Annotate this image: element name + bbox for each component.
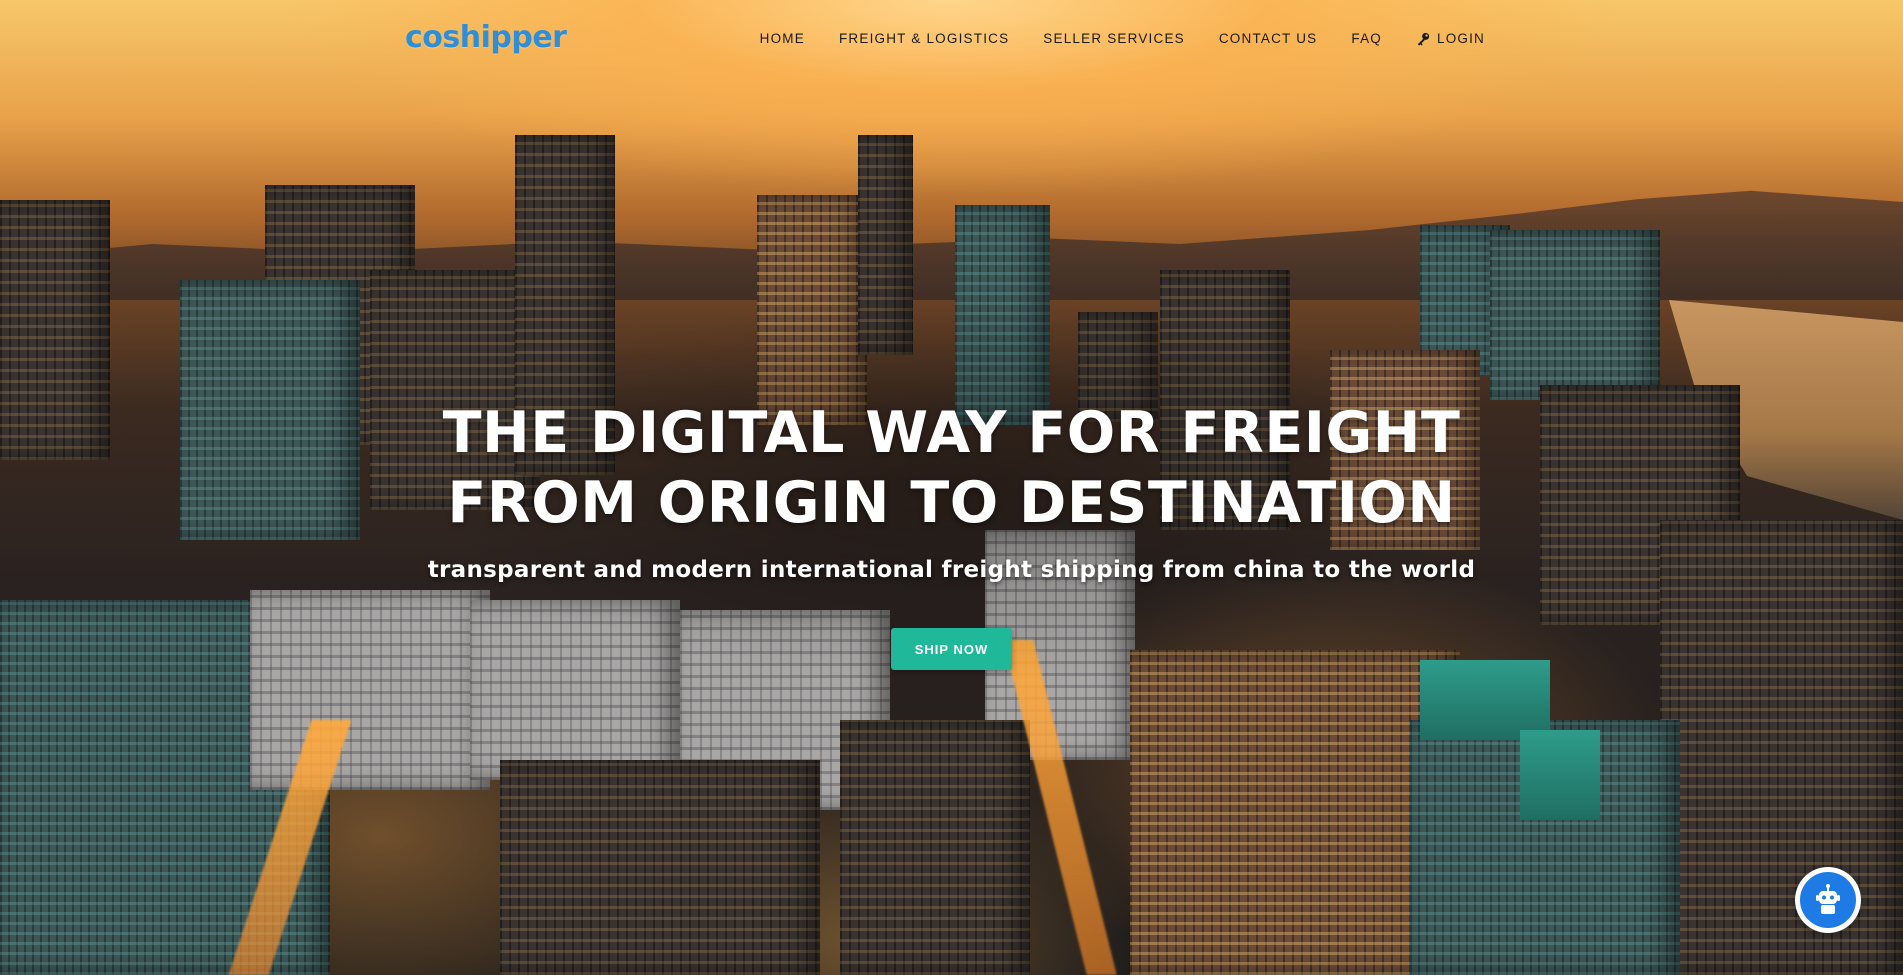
top-navbar: coshipper HOME FREIGHT & LOGISTICS SELLE… xyxy=(0,0,1903,80)
nav-contact-us[interactable]: CONTACT US xyxy=(1219,31,1318,46)
nav-seller-services[interactable]: SELLER SERVICES xyxy=(1043,31,1185,46)
main-menu: HOME FREIGHT & LOGISTICS SELLER SERVICES… xyxy=(760,31,1485,46)
chatbot-button xyxy=(1800,872,1856,928)
hero-headline: THE DIGITAL WAY FOR FREIGHT FROM ORIGIN … xyxy=(0,398,1903,538)
headline-line-2: FROM ORIGIN TO DESTINATION xyxy=(447,470,1456,536)
key-icon xyxy=(1417,32,1430,46)
hero-section: coshipper HOME FREIGHT & LOGISTICS SELLE… xyxy=(0,0,1903,975)
nav-login-label: LOGIN xyxy=(1436,31,1485,46)
nav-home[interactable]: HOME xyxy=(760,31,805,46)
ship-now-button[interactable]: SHIP NOW xyxy=(891,628,1012,670)
nav-login[interactable]: LOGIN xyxy=(1416,31,1485,46)
hero-subheadline: transparent and modern international fre… xyxy=(427,557,1476,583)
brand-logo[interactable]: coshipper xyxy=(405,20,567,55)
nav-faq[interactable]: FAQ xyxy=(1351,31,1382,46)
headline-line-1: THE DIGITAL WAY FOR FREIGHT xyxy=(442,400,1461,466)
robot-icon xyxy=(1816,884,1840,914)
nav-freight-logistics[interactable]: FREIGHT & LOGISTICS xyxy=(839,31,1009,46)
chatbot-launcher[interactable] xyxy=(1795,867,1861,933)
